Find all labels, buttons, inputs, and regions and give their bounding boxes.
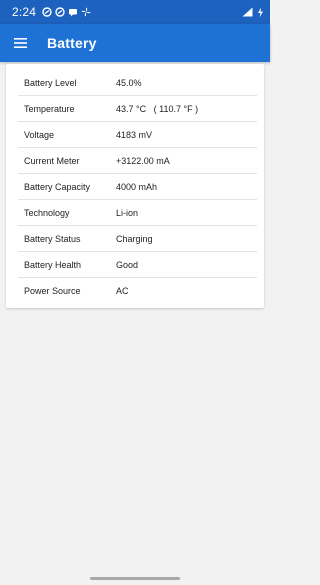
info-value: 4183 mV bbox=[116, 129, 153, 140]
info-value: Li-ion bbox=[116, 207, 139, 218]
info-label: Battery Capacity bbox=[24, 181, 91, 192]
info-value: AC bbox=[116, 286, 129, 296]
info-label: Temperature bbox=[24, 103, 75, 114]
info-row-battery-level: Battery Level 45.0% bbox=[18, 70, 257, 96]
menu-icon[interactable] bbox=[13, 38, 27, 48]
message-icon bbox=[69, 9, 78, 17]
sync-icon bbox=[42, 7, 52, 17]
sync-icon bbox=[55, 7, 65, 17]
home-indicator[interactable] bbox=[90, 577, 180, 580]
signal-icon bbox=[242, 7, 253, 17]
fan-icon bbox=[81, 7, 91, 17]
info-row-temperature: Temperature 43.7 °C ( 110.7 °F ) bbox=[18, 96, 257, 122]
info-label: Power Source bbox=[24, 286, 81, 296]
info-row-technology: Technology Li-ion bbox=[18, 200, 257, 226]
info-row-battery-status: Battery Status Charging bbox=[18, 226, 257, 252]
battery-info-card: Battery Level 45.0% Temperature 43.7 °C … bbox=[6, 64, 264, 308]
info-label: Battery Level bbox=[24, 77, 77, 88]
app-bar: Battery bbox=[0, 24, 270, 62]
info-row-voltage: Voltage 4183 mV bbox=[18, 122, 257, 148]
menu-button[interactable] bbox=[12, 35, 28, 51]
info-value: 43.7 °C ( 110.7 °F ) bbox=[116, 103, 199, 114]
info-row-battery-capacity: Battery Capacity 4000 mAh bbox=[18, 174, 257, 200]
info-label: Battery Status bbox=[24, 233, 81, 244]
info-value: +3122.00 mA bbox=[116, 155, 170, 166]
info-label: Current Meter bbox=[24, 155, 80, 166]
info-value: 4000 mAh bbox=[116, 181, 158, 192]
status-system-icons bbox=[238, 7, 264, 18]
info-label: Technology bbox=[24, 207, 70, 218]
status-time: 2:24 bbox=[12, 5, 37, 19]
info-value: Good bbox=[116, 259, 139, 270]
info-value: 45.0% bbox=[116, 77, 142, 88]
info-row-battery-health: Battery Health Good bbox=[18, 252, 257, 278]
info-label: Voltage bbox=[24, 129, 55, 140]
status-notification-icons bbox=[42, 7, 94, 17]
status-bar: 2:24 bbox=[0, 0, 270, 24]
info-value: Charging bbox=[116, 233, 153, 244]
info-row-current-meter: Current Meter +3122.00 mA bbox=[18, 148, 257, 174]
page-title: Battery bbox=[47, 35, 97, 51]
battery-charging-icon bbox=[258, 7, 263, 17]
info-label: Battery Health bbox=[24, 259, 82, 270]
info-row-power-source: Power Source AC bbox=[18, 278, 257, 304]
